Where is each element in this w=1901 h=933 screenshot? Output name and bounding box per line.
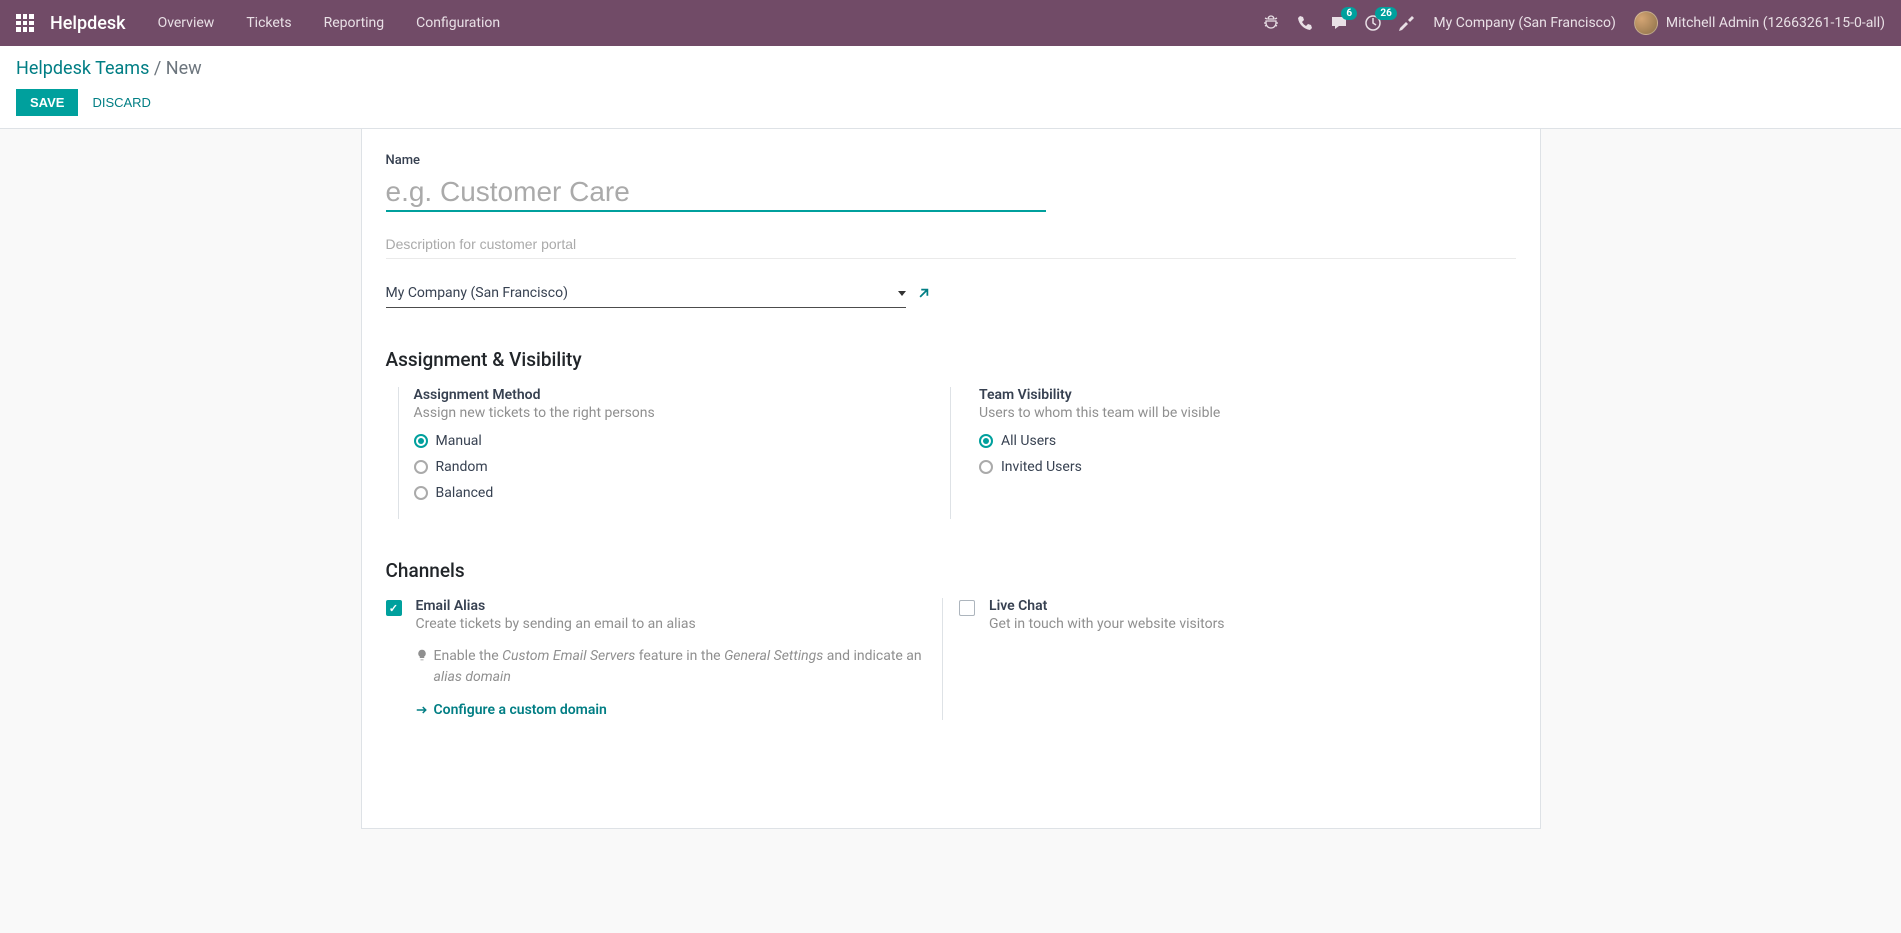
company-select-value: My Company (San Francisco) <box>386 285 568 301</box>
external-link-icon[interactable] <box>916 287 930 301</box>
name-input[interactable] <box>386 172 1046 212</box>
radio-icon <box>414 460 428 474</box>
nav-menu: Overview Tickets Reporting Configuration <box>158 15 501 31</box>
chevron-down-icon <box>898 291 906 296</box>
top-navbar: Helpdesk Overview Tickets Reporting Conf… <box>0 0 1901 46</box>
nav-reporting[interactable]: Reporting <box>324 15 385 31</box>
assignment-method-desc: Assign new tickets to the right persons <box>414 405 951 421</box>
email-alias-desc: Create tickets by sending an email to an… <box>416 616 931 632</box>
radio-balanced[interactable]: Balanced <box>414 485 951 501</box>
breadcrumb: Helpdesk Teams / New <box>16 58 1885 79</box>
radio-invited-users[interactable]: Invited Users <box>979 459 1516 475</box>
email-alias-hint: Enable the Custom Email Servers feature … <box>416 646 931 688</box>
bug-icon[interactable] <box>1263 15 1279 31</box>
configure-domain-link[interactable]: Configure a custom domain <box>416 702 607 718</box>
name-label: Name <box>386 153 1516 168</box>
apps-icon[interactable] <box>16 14 34 32</box>
livechat-title: Live Chat <box>989 598 1504 614</box>
arrow-right-icon <box>416 704 428 716</box>
radio-all-users[interactable]: All Users <box>979 433 1516 449</box>
radio-icon <box>979 460 993 474</box>
nav-overview[interactable]: Overview <box>158 15 215 31</box>
messages-icon[interactable]: 6 <box>1331 15 1347 31</box>
radio-manual[interactable]: Manual <box>414 433 951 449</box>
description-input[interactable] <box>386 228 1516 259</box>
phone-icon[interactable] <box>1297 15 1313 31</box>
radio-icon <box>979 434 993 448</box>
avatar <box>1634 11 1658 35</box>
livechat-checkbox[interactable] <box>959 600 975 616</box>
email-alias-checkbox[interactable] <box>386 600 402 616</box>
activities-icon[interactable]: 26 <box>1365 15 1381 31</box>
nav-tickets[interactable]: Tickets <box>246 15 291 31</box>
activities-badge: 26 <box>1375 7 1396 20</box>
channels-heading: Channels <box>386 559 1516 582</box>
nav-configuration[interactable]: Configuration <box>416 15 500 31</box>
messages-badge: 6 <box>1341 7 1357 20</box>
breadcrumb-root[interactable]: Helpdesk Teams <box>16 58 149 79</box>
control-panel: Helpdesk Teams / New Save Discard <box>0 46 1901 129</box>
visibility-desc: Users to whom this team will be visible <box>979 405 1516 421</box>
radio-icon <box>414 434 428 448</box>
company-select[interactable]: My Company (San Francisco) <box>386 279 906 308</box>
assignment-heading: Assignment & Visibility <box>386 348 1516 371</box>
assignment-method-title: Assignment Method <box>414 387 951 403</box>
radio-icon <box>414 486 428 500</box>
visibility-title: Team Visibility <box>979 387 1516 403</box>
livechat-desc: Get in touch with your website visitors <box>989 616 1504 632</box>
save-button[interactable]: Save <box>16 89 78 116</box>
user-menu[interactable]: Mitchell Admin (12663261-15-0-all) <box>1634 11 1885 35</box>
radio-random[interactable]: Random <box>414 459 951 475</box>
breadcrumb-current: New <box>166 58 202 79</box>
company-switcher[interactable]: My Company (San Francisco) <box>1433 15 1615 31</box>
brand-name[interactable]: Helpdesk <box>50 13 126 34</box>
tools-icon[interactable] <box>1399 15 1415 31</box>
user-name-label: Mitchell Admin (12663261-15-0-all) <box>1666 15 1885 31</box>
email-alias-title: Email Alias <box>416 598 931 614</box>
discard-button[interactable]: Discard <box>82 89 161 116</box>
form-sheet: Name My Company (San Francisco) Assignme… <box>361 129 1541 829</box>
lightbulb-icon <box>416 649 428 661</box>
